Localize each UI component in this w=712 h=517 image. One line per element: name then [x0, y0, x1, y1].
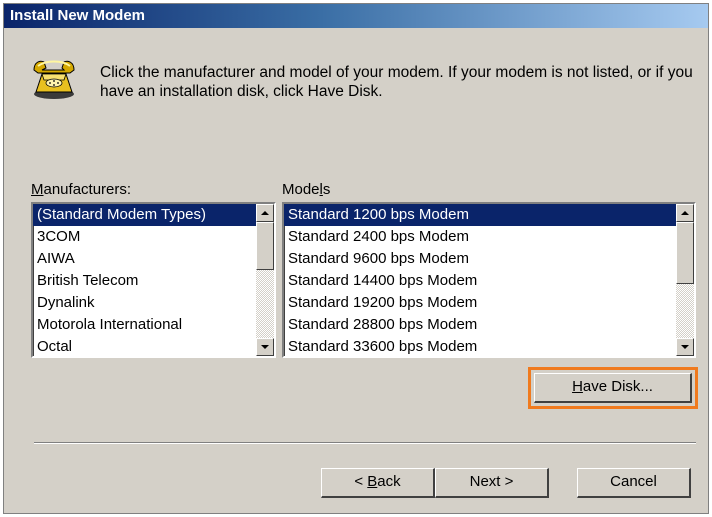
title-bar: Install New Modem	[4, 4, 708, 28]
back-button[interactable]: < Back	[321, 468, 435, 498]
have-disk-key: H	[572, 378, 583, 395]
list-item[interactable]: Standard 19200 bps Modem	[284, 292, 676, 314]
scroll-up-arrow-icon	[261, 211, 269, 215]
have-disk-button[interactable]: Have Disk...	[534, 373, 692, 403]
back-label: ack	[377, 473, 401, 490]
scroll-down-arrow-icon	[261, 345, 269, 349]
list-item[interactable]: 3COM	[33, 226, 256, 248]
models-scroll-down-button[interactable]	[676, 338, 694, 356]
list-item[interactable]: Standard 1200 bps Modem	[284, 204, 676, 226]
manufacturers-label-post: anufacturers:	[43, 181, 132, 198]
list-item[interactable]: British Telecom	[33, 270, 256, 292]
manufacturers-scrollbar[interactable]	[256, 204, 274, 356]
manufacturers-scroll-thumb[interactable]	[256, 222, 274, 270]
models-list: Standard 1200 bps Modem Standard 2400 bp…	[284, 204, 676, 356]
separator-line	[34, 442, 696, 444]
install-new-modem-dialog: Install New Modem Click the manufacturer…	[3, 3, 709, 514]
list-item[interactable]: Standard 14400 bps Modem	[284, 270, 676, 292]
list-item[interactable]: Octal	[33, 336, 256, 356]
scroll-down-arrow-icon	[681, 345, 689, 349]
window-title: Install New Modem	[10, 7, 146, 24]
list-item[interactable]: Dynalink	[33, 292, 256, 314]
list-item[interactable]: AIWA	[33, 248, 256, 270]
manufacturers-scroll-up-button[interactable]	[256, 204, 274, 222]
list-item[interactable]: (Standard Modem Types)	[33, 204, 256, 226]
have-disk-label: ave Disk...	[582, 378, 653, 395]
back-prefix: <	[354, 473, 368, 490]
telephone-icon	[30, 54, 78, 102]
list-item[interactable]: Standard 9600 bps Modem	[284, 248, 676, 270]
manufacturers-label: Manufacturers:	[31, 181, 131, 198]
list-item[interactable]: Motorola International	[33, 314, 256, 336]
manufacturers-scroll-down-button[interactable]	[256, 338, 274, 356]
models-scroll-up-button[interactable]	[676, 204, 694, 222]
manufacturers-list: (Standard Modem Types) 3COM AIWA British…	[33, 204, 256, 356]
scroll-up-arrow-icon	[681, 211, 689, 215]
models-listbox[interactable]: Standard 1200 bps Modem Standard 2400 bp…	[282, 202, 696, 358]
list-item[interactable]: Standard 33600 bps Modem	[284, 336, 676, 356]
next-button[interactable]: Next >	[435, 468, 549, 498]
models-label-pre: Mode	[282, 181, 320, 198]
cancel-button[interactable]: Cancel	[577, 468, 691, 498]
back-key: B	[367, 473, 378, 490]
models-scroll-thumb[interactable]	[676, 222, 694, 284]
models-scrollbar[interactable]	[676, 204, 694, 356]
models-label: Models	[282, 181, 330, 198]
manufacturers-listbox[interactable]: (Standard Modem Types) 3COM AIWA British…	[31, 202, 276, 358]
instructions-text: Click the manufacturer and model of your…	[100, 64, 693, 100]
list-item[interactable]: Standard 2400 bps Modem	[284, 226, 676, 248]
manufacturers-label-key: M	[31, 181, 44, 198]
models-label-post: s	[322, 181, 331, 198]
list-item[interactable]: Standard 28800 bps Modem	[284, 314, 676, 336]
